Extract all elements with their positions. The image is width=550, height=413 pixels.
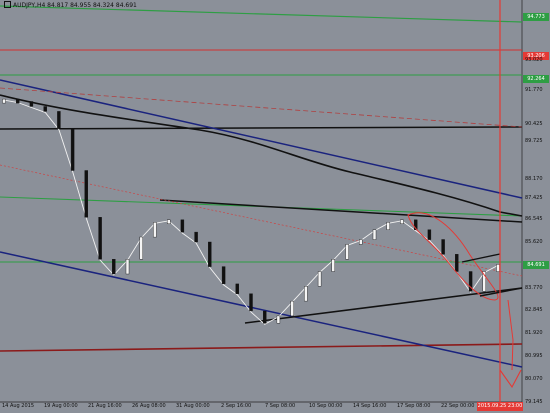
plot-background xyxy=(0,0,522,402)
time-tick-8: 14 Sep 16:00 xyxy=(353,403,387,409)
price-tick-12: 83.770 xyxy=(525,284,543,291)
time-tick-1: 19 Aug 00:00 xyxy=(44,403,78,409)
price-candle-2 xyxy=(29,101,34,107)
price-tick-4: 91.770 xyxy=(525,87,543,94)
price-candle-21 xyxy=(290,300,294,317)
price-candle-8 xyxy=(112,259,116,275)
price-candle-32 xyxy=(441,239,445,255)
price-tick-9: 86.545 xyxy=(525,216,543,223)
symbol-menu-icon[interactable] xyxy=(4,1,11,8)
price-candle-16 xyxy=(221,266,226,285)
time-tick-5: 2 Sep 16:00 xyxy=(221,403,252,409)
time-tick-6: 7 Sep 08:00 xyxy=(265,403,296,409)
price-candle-3 xyxy=(43,106,47,112)
price-candle-22 xyxy=(304,286,308,302)
price-candle-11 xyxy=(153,222,157,238)
price-candle-33 xyxy=(455,254,459,272)
price-tick-11: 84.691 xyxy=(523,261,549,270)
price-tick-8: 87.425 xyxy=(525,194,543,201)
time-tick-3: 26 Aug 08:00 xyxy=(132,403,166,409)
time-tick-2: 21 Aug 16:00 xyxy=(88,403,122,409)
price-candle-28 xyxy=(386,222,390,230)
price-candle-6 xyxy=(84,170,89,218)
chart-area[interactable]: AUDJPY,H4 84.817 84.955 84.324 84.691 94… xyxy=(0,0,550,413)
price-candle-9 xyxy=(125,259,130,275)
price-candle-12 xyxy=(166,219,171,225)
time-tick-0: 14 Aug 2015 xyxy=(2,403,35,409)
price-candle-23 xyxy=(317,271,322,287)
chart-title: AUDJPY,H4 84.817 84.955 84.324 84.691 xyxy=(4,1,137,9)
price-tick-10: 85.620 xyxy=(525,238,543,245)
price-tick-14: 81.920 xyxy=(525,330,543,337)
time-tick-7: 10 Sep 00:00 xyxy=(309,403,343,409)
price-candle-24 xyxy=(331,259,335,272)
price-candle-20 xyxy=(276,315,281,324)
current-time-tag: 2015.09.25 23:00 xyxy=(477,402,523,411)
price-candle-7 xyxy=(98,217,102,260)
price-tick-15: 80.995 xyxy=(525,352,543,359)
price-candle-31 xyxy=(427,229,432,240)
price-tick-16: 80.070 xyxy=(525,375,543,382)
price-tick-5: 90.425 xyxy=(525,120,543,127)
time-tick-4: 31 Aug 00:00 xyxy=(176,403,210,409)
price-tick-7: 88.170 xyxy=(525,176,543,183)
time-tick-10: 22 Sep 00:00 xyxy=(441,403,475,409)
price-candle-15 xyxy=(208,241,212,267)
price-tick-6: 89.725 xyxy=(525,137,543,144)
price-candle-5 xyxy=(70,128,75,171)
price-candle-13 xyxy=(180,219,185,233)
price-candle-25 xyxy=(345,244,349,260)
price-chart[interactable] xyxy=(0,0,550,413)
price-tick-2: 93.020 xyxy=(525,56,543,63)
price-candle-0 xyxy=(2,98,6,104)
price-candle-26 xyxy=(359,239,363,245)
price-candle-17 xyxy=(235,283,240,294)
price-candle-4 xyxy=(57,111,61,129)
price-tick-17: 79.145 xyxy=(525,398,543,405)
price-tick-0: 94.773 xyxy=(523,12,549,21)
time-tick-9: 17 Sep 08:00 xyxy=(397,403,431,409)
price-candle-14 xyxy=(194,231,198,243)
price-candle-10 xyxy=(139,236,143,260)
price-candle-36 xyxy=(496,264,500,272)
price-tick-13: 82.845 xyxy=(525,307,543,314)
price-candle-18 xyxy=(249,293,253,312)
price-candle-1 xyxy=(16,98,20,104)
price-candle-27 xyxy=(372,229,377,240)
symbol-ohlc-label: AUDJPY,H4 84.817 84.955 84.324 84.691 xyxy=(13,2,137,9)
price-candle-29 xyxy=(400,219,404,225)
price-tick-3: 92.264 xyxy=(523,74,549,83)
price-candle-19 xyxy=(263,310,267,324)
